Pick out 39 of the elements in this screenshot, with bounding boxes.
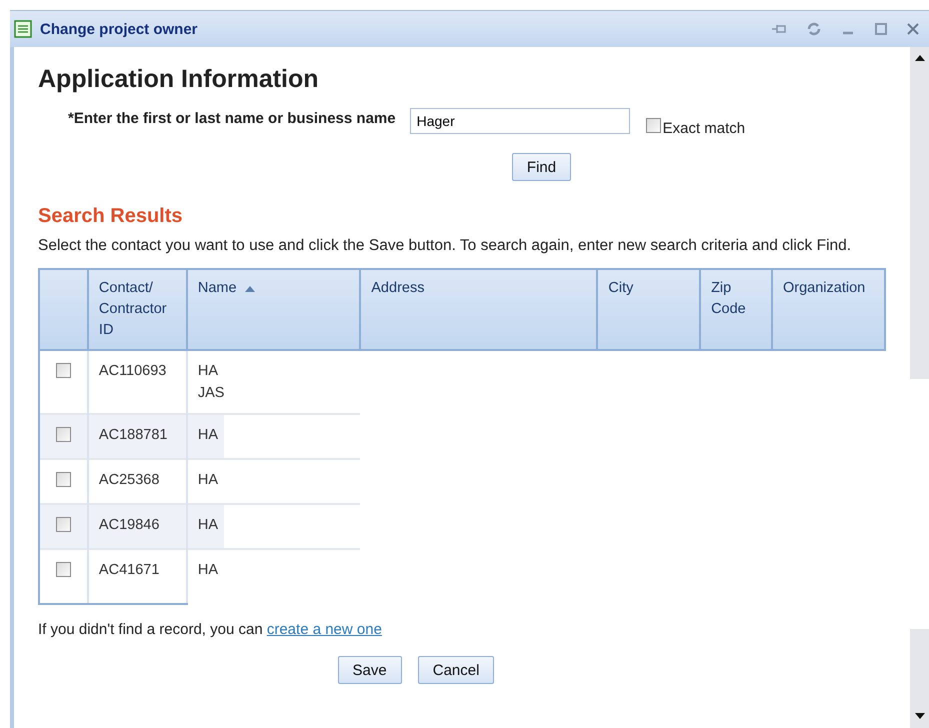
column-header[interactable]: Organization [772,269,885,350]
page-heading: Application Information [38,65,320,94]
scroll-down-icon[interactable] [914,713,924,719]
maximize-icon[interactable] [875,23,887,35]
table-cell: HA [186,459,360,504]
instructions-text: Select the contact you want to use and click the Save button. To search again, enter new search criteria and click Find. [38,236,852,256]
window-icon [14,20,32,38]
scroll-up-icon[interactable] [914,55,924,61]
pin-icon[interactable] [771,23,787,35]
table-cell: HA [186,549,360,604]
column-header[interactable]: Name [186,269,360,350]
row-checkbox[interactable] [56,427,71,442]
section-heading: Search Results [38,205,184,228]
save-button[interactable]: Save [338,656,402,684]
field-label: *Enter the first or last name or business name [68,110,396,127]
row-checkbox[interactable] [56,517,71,532]
row-checkbox[interactable] [56,363,71,378]
footer-text: If you didn't find a record, you can create a new one [38,621,383,638]
row-checkbox[interactable] [56,472,71,487]
cancel-button[interactable]: Cancel [418,656,494,684]
table-cell: HA [186,504,360,549]
checkbox-label: Exact match [662,120,746,137]
column-header[interactable]: Address [360,269,598,350]
checkbox[interactable] [646,118,661,133]
name-input-field[interactable]: Hager [410,108,630,134]
scrollbar-track[interactable] [910,47,929,379]
create-new-link[interactable]: create a new one [266,621,382,638]
column-header[interactable]: Contact/ Contractor ID [88,269,187,350]
window-title: Change project owner [40,20,199,38]
table-cell: HA JAS [186,350,360,414]
column-header[interactable]: City [597,269,700,350]
row-checkbox[interactable] [56,562,71,577]
close-icon[interactable] [907,23,919,35]
column-header[interactable]: Zip Code [700,269,772,350]
scrollbar-track[interactable] [910,629,929,728]
find-button[interactable]: Find [512,153,572,181]
sort-ascending-icon [244,285,255,292]
table-cell: HA [186,414,360,459]
refresh-icon[interactable] [807,22,821,36]
